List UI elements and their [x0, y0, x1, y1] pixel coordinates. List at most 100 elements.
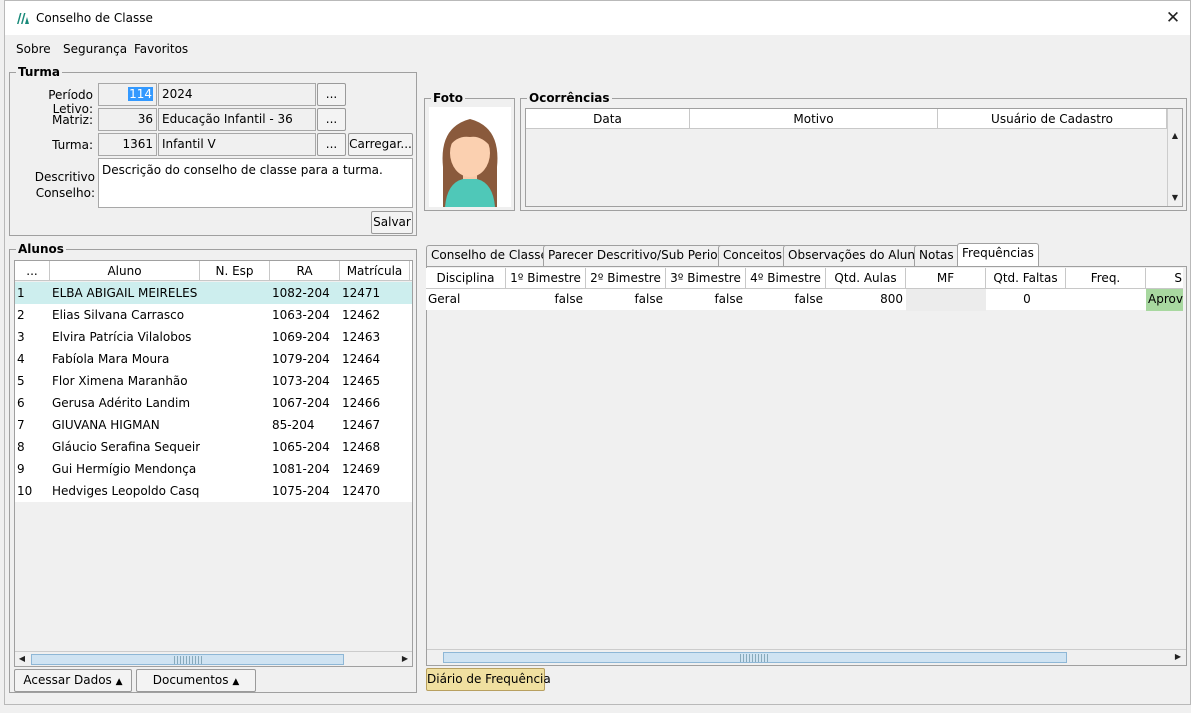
tab-notas[interactable]: Notas — [914, 245, 959, 266]
tab-observacoes[interactable]: Observações do Aluno — [783, 245, 928, 266]
table-row[interactable]: 1 ELBA ABIGAIL MEIRELES 1082-204 12471 — [15, 282, 412, 304]
table-row[interactable]: 8 Gláucio Serafina Sequeira 1065-204 12468 — [15, 436, 412, 458]
scroll-right-icon[interactable]: ▶ — [1171, 650, 1185, 664]
cell-aluno: ELBA ABIGAIL MEIRELES — [52, 286, 198, 300]
tab-conselho-de-classe[interactable]: Conselho de Classe — [426, 245, 553, 266]
table-row[interactable]: 5 Flor Ximena Maranhão 1073-204 12465 — [15, 370, 412, 392]
periodo-label: Período Letivo: — [48, 88, 93, 116]
turma-browse-button[interactable]: ... — [317, 133, 346, 156]
periodo-browse-button[interactable]: ... — [317, 83, 346, 106]
col-ra[interactable]: RA — [270, 261, 340, 281]
cell-aluno: Hedviges Leopoldo Casqu... — [52, 484, 200, 498]
menu-favoritos[interactable]: Favoritos — [134, 42, 188, 56]
alunos-table[interactable]: ... Aluno N. Esp RA Matrícula 1 ELBA ABIG… — [14, 260, 413, 667]
app-logo-icon — [17, 13, 29, 24]
col-situacao[interactable]: Situ — [1146, 268, 1183, 288]
tab-conceitos[interactable]: Conceitos — [718, 245, 787, 266]
table-row[interactable]: 3 Elvira Patrícia Vilalobos 1069-204 12463 — [15, 326, 412, 348]
periodo-name-field[interactable]: 2024 — [158, 83, 316, 106]
col-n-esp[interactable]: N. Esp — [200, 261, 270, 281]
menu-seguranca[interactable]: Segurança — [63, 42, 127, 56]
table-row[interactable]: 4 Fabíola Mara Moura 1079-204 12464 — [15, 348, 412, 370]
cell-qtd-aulas: 800 — [880, 292, 903, 306]
cell-index: 8 — [17, 440, 25, 454]
turma-label: Turma: — [52, 138, 93, 152]
frequencias-table[interactable]: Disciplina 1º Bimestre 2º Bimestre 3º Bi… — [426, 268, 1183, 665]
table-row[interactable]: 6 Gerusa Adérito Landim 1067-204 12466 — [15, 392, 412, 414]
col-index[interactable]: ... — [15, 261, 50, 281]
cell-index: 5 — [17, 374, 25, 388]
cell-2-bimestre: false — [634, 292, 663, 306]
col-freq[interactable]: Freq. — [1066, 268, 1146, 288]
periodo-code-field[interactable]: 114 — [98, 83, 157, 106]
turma-code-field[interactable]: 1361 — [98, 133, 157, 156]
col-qtd-faltas[interactable]: Qtd. Faltas — [986, 268, 1066, 288]
cell-disciplina: Geral — [428, 292, 461, 306]
col-2-bimestre[interactable]: 2º Bimestre — [586, 268, 666, 288]
col-aluno[interactable]: Aluno — [50, 261, 200, 281]
close-icon[interactable]: ✕ — [1162, 7, 1184, 29]
col-3-bimestre[interactable]: 3º Bimestre — [666, 268, 746, 288]
cell-ra: 1065-204 — [272, 440, 330, 454]
cell-n-esp — [200, 326, 270, 348]
scroll-up-icon[interactable]: ▲ — [1168, 129, 1182, 143]
cell-matricula: 12464 — [342, 352, 381, 366]
cell-1-bimestre: false — [554, 292, 583, 306]
alunos-hscroll[interactable]: ◀ ▶ — [15, 651, 412, 666]
descritivo-textarea[interactable]: Descrição do conselho de classe para a t… — [98, 158, 413, 208]
col-matricula[interactable]: Matrícula — [340, 261, 410, 281]
table-row[interactable]: 9 Gui Hermígio Mendonça 1081-204 12469 — [15, 458, 412, 480]
title-bar: Conselho de Classe ✕ — [5, 1, 1190, 35]
table-row[interactable]: 7 GIUVANA HIGMAN 85-204 12467 — [15, 414, 412, 436]
carregar-button[interactable]: Carregar... — [348, 133, 413, 156]
ocorrencias-group-title: Ocorrências — [527, 91, 612, 105]
acessar-dados-button[interactable]: Acessar Dados ▲ — [14, 669, 132, 692]
scroll-right-icon[interactable]: ▶ — [398, 652, 412, 666]
ocorrencias-table[interactable]: Data Motivo Usuário de Cadastro ▲ ▼ — [525, 108, 1183, 207]
col-usuario-cadastro[interactable]: Usuário de Cadastro — [938, 109, 1167, 129]
cell-ra: 1082-204 — [272, 286, 330, 300]
col-motivo[interactable]: Motivo — [690, 109, 938, 129]
salvar-button[interactable]: Salvar — [371, 211, 413, 234]
cell-ra: 1075-204 — [272, 484, 330, 498]
col-4-bimestre[interactable]: 4º Bimestre — [746, 268, 826, 288]
cell-index: 2 — [17, 308, 25, 322]
cell-aluno: Fabíola Mara Moura — [52, 352, 170, 366]
col-1-bimestre[interactable]: 1º Bimestre — [506, 268, 586, 288]
table-row[interactable]: 10 Hedviges Leopoldo Casqu... 1075-204 1247… — [15, 480, 412, 502]
table-row[interactable]: 2 Elias Silvana Carrasco 1063-204 12462 — [15, 304, 412, 326]
alunos-hscroll-thumb[interactable] — [31, 654, 344, 665]
frequencias-hscroll[interactable]: ▶ — [427, 649, 1186, 665]
scroll-left-icon[interactable]: ◀ — [15, 652, 29, 666]
col-qtd-aulas[interactable]: Qtd. Aulas — [826, 268, 906, 288]
cell-freq — [1066, 289, 1146, 311]
cell-n-esp — [200, 348, 270, 370]
cell-n-esp — [200, 370, 270, 392]
cell-aluno: Gláucio Serafina Sequeira — [52, 440, 200, 454]
cell-4-bimestre: false — [794, 292, 823, 306]
diario-frequencia-button[interactable]: Diário de Frequência — [426, 668, 551, 691]
turma-name-field[interactable]: Infantil V — [158, 133, 316, 156]
table-row[interactable]: Geral false false false false 800 0 Apro… — [426, 289, 1183, 311]
matriz-code-field[interactable]: 36 — [98, 108, 157, 131]
turma-group-title: Turma — [16, 65, 62, 79]
col-data[interactable]: Data — [526, 109, 690, 129]
col-disciplina[interactable]: Disciplina — [426, 268, 506, 288]
cell-matricula: 12462 — [342, 308, 381, 322]
matriz-browse-button[interactable]: ... — [317, 108, 346, 131]
scroll-down-icon[interactable]: ▼ — [1168, 191, 1182, 205]
menu-sobre[interactable]: Sobre — [16, 42, 51, 56]
tab-parecer-descritivo[interactable]: Parecer Descritivo/Sub Periodo — [543, 245, 738, 266]
cell-index: 3 — [17, 330, 25, 344]
cell-n-esp — [200, 304, 270, 326]
frequencias-hscroll-thumb[interactable] — [443, 652, 1067, 663]
matriz-name-field[interactable]: Educação Infantil - 36 — [158, 108, 316, 131]
cell-matricula: 12471 — [342, 286, 381, 300]
documentos-button[interactable]: Documentos ▲ — [136, 669, 256, 692]
frequencias-header: Disciplina 1º Bimestre 2º Bimestre 3º Bi… — [426, 268, 1183, 289]
col-mf[interactable]: MF — [906, 268, 986, 288]
cell-aluno: Gerusa Adérito Landim — [52, 396, 191, 410]
tab-bar: Conselho de Classe Parecer Descritivo/Su… — [426, 243, 1186, 266]
ocorrencias-vscroll[interactable]: ▲ ▼ — [1167, 109, 1182, 206]
tab-frequencias[interactable]: Frequências — [957, 243, 1039, 266]
